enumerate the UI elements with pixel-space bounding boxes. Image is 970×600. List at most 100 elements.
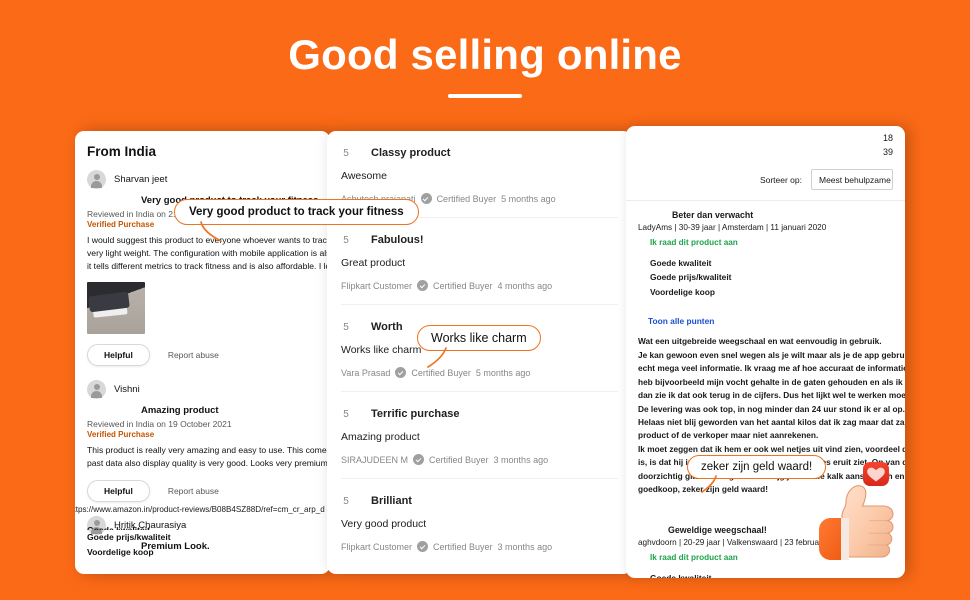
callout-bubble-geld-waard: zeker zijn geld waard! (687, 455, 827, 493)
review-body-line: Je kan gewoon even snel wegen als je wil… (638, 349, 905, 360)
review-body-line: dan zie ik dat ook terug in de cijfers. … (638, 390, 905, 401)
bleed-line: Goede prijs/kwaliteit (87, 532, 171, 542)
certified-check-icon (413, 454, 425, 465)
amazon-card-bleed-text: Goede kwaliteit Goede prijs/kwaliteit Vo… (87, 523, 171, 560)
flipkart-review-meta: SIRAJUDEEN M Certified Buyer 3 months ag… (341, 454, 618, 465)
section-divider (626, 200, 905, 201)
user-avatar-icon (87, 380, 106, 400)
callout-text: Works like charm (431, 331, 527, 345)
report-abuse-link[interactable]: Report abuse (168, 486, 219, 496)
review-body-line: Wat een uitgebreide weegschaal en wat ee… (638, 336, 882, 347)
sort-select[interactable]: Meest behulpzame (811, 169, 893, 190)
certified-check-icon (395, 367, 407, 378)
review-timestamp: 5 months ago (501, 193, 556, 204)
flipkart-review-head: 5 Fabulous! (341, 234, 618, 246)
point-item: Goede prijs/kwaliteit (650, 272, 732, 283)
dutch-review-byline: aghvdoorn | 20-29 jaar | Valkenswaard | … (638, 537, 845, 547)
certified-buyer-label: Certified Buyer (433, 280, 493, 291)
flipkart-review-head: 5 Classy product (341, 147, 618, 159)
recommend-label: Ik raad dit product aan (650, 238, 738, 247)
flipkart-review-text: Amazing product (341, 431, 420, 443)
flipkart-author-name: Flipkart Customer (341, 280, 413, 291)
amazon-review-actions: Helpful Report abuse (87, 480, 330, 503)
count-value-bottom: 39 (882, 146, 893, 157)
rating-badge: 5 (343, 408, 349, 420)
callout-text: zeker zijn geld waard! (701, 461, 813, 473)
dutch-review-title: Geweldige weegschaal! (668, 524, 767, 535)
helpful-button[interactable]: Helpful (87, 480, 150, 503)
dutch-review-title: Beter dan verwacht (672, 210, 754, 220)
callout-text: Very good product to track your fitness (189, 206, 404, 218)
review-body-line: it tells different metrics to track fitn… (87, 261, 330, 272)
amazon-review-item: Vishni Amazing product Reviewed in India… (87, 380, 330, 503)
flipkart-reviews-card: 5 Classy product Awesome Ashutosh prajap… (327, 131, 632, 574)
review-body-line: goedkoop, zeker zijn geld waard! (638, 484, 769, 495)
flipkart-review-item: 5 Terrific purchase Amazing product SIRA… (341, 392, 618, 479)
review-timestamp: 3 months ago (493, 454, 549, 465)
certified-check-icon (417, 541, 429, 552)
callout-bubble-works-like-charm: Works like charm (417, 325, 541, 368)
flipkart-review-head: 5 Brilliant (341, 495, 618, 507)
page-title: Good selling online (288, 31, 682, 78)
flipkart-review-meta: Flipkart Customer Certified Buyer 4 mont… (341, 280, 618, 291)
dutch-review-points: Goede kwaliteit Goede prijs/kwaliteit Vo… (650, 256, 893, 299)
callout-tail-icon (200, 221, 222, 242)
recommend-label: Ik raad dit product aan (650, 552, 738, 562)
amazon-review-body: This product is really very amazing and … (87, 444, 330, 470)
review-timestamp: 4 months ago (497, 280, 553, 291)
bleed-line-clipped: Goede kwaliteit (87, 525, 151, 530)
certified-buyer-label: Certified Buyer (436, 193, 497, 204)
amazon-review-photo[interactable] (87, 282, 145, 335)
certified-check-icon (420, 193, 432, 204)
flipkart-author-name: Flipkart Customer (341, 541, 413, 552)
helpful-button[interactable]: Helpful (87, 344, 150, 367)
point-item: Goede kwaliteit (650, 258, 712, 268)
flipkart-review-title: Brilliant (371, 495, 412, 507)
page-header: Good selling online (0, 0, 970, 130)
report-abuse-link[interactable]: Report abuse (168, 350, 219, 360)
flipkart-review-head: 5 Terrific purchase (341, 408, 618, 420)
dutch-card-content: 18 39 Sorteer op: Meest behulpzame Beter… (626, 126, 905, 578)
review-body-line: Helaas niet blij geworden van het aantal… (638, 416, 905, 427)
flipkart-review-title: Terrific purchase (371, 408, 460, 420)
callout-bubble-fitness: Very good product to track your fitness (174, 199, 419, 242)
review-body-line: very light weight. The configuration wit… (87, 248, 330, 259)
bleed-line: Voordelige koop (87, 546, 154, 557)
browser-url-text: https://www.amazon.in/product-reviews/B0… (75, 505, 325, 514)
flipkart-review-item: 5 Fabulous! Great product Flipkart Custo… (341, 218, 618, 305)
flipkart-author-name: SIRAJUDEEN M (341, 454, 409, 465)
show-all-points-link[interactable]: Toon alle punten (648, 316, 893, 326)
review-body-line: echt mega veel informatie. Ik vraag me a… (638, 363, 905, 374)
flipkart-review-item: 5 Brilliant Very good product Flipkart C… (341, 479, 618, 565)
count-value-top: 18 (882, 133, 893, 143)
title-underline-divider (448, 94, 522, 99)
verified-purchase-badge: Verified Purchase (87, 430, 155, 440)
review-body-line: heb bijvoorbeeld mijn vocht gehalte in d… (638, 376, 905, 387)
amazon-reviewer-name: Sharvan jeet (114, 174, 168, 185)
review-body-line: past data also display quality is very g… (87, 458, 328, 469)
review-timestamp: 5 months ago (475, 367, 531, 378)
review-body-line: product of de verkoper maar niet aanreke… (638, 430, 819, 441)
callout-tail-icon (427, 347, 447, 368)
flipkart-author-name: Vara Prasad (341, 367, 391, 378)
review-body-line: This product is really very amazing and … (87, 445, 330, 456)
point-item: Goede kwaliteit (650, 572, 712, 578)
flipkart-review-text: Great product (341, 257, 406, 269)
rating-badge: 5 (343, 495, 349, 507)
point-item: Voordelige koop (650, 286, 715, 297)
sort-row: Sorteer op: Meest behulpzame (638, 169, 893, 200)
review-counts: 18 39 (638, 132, 893, 159)
amazon-card-content: From India Sharvan jeet Very good produc… (75, 131, 330, 552)
amazon-reviewer: Vishni (87, 380, 330, 400)
flipkart-review-meta: Vara Prasad Certified Buyer 5 months ago (341, 367, 618, 378)
sort-label: Sorteer op: (759, 174, 802, 185)
flipkart-review-title: Fabulous! (371, 234, 424, 246)
callout-tail-icon (701, 475, 717, 493)
amazon-reviewer: Sharvan jeet (87, 170, 330, 189)
flipkart-review-text: Awesome (341, 170, 387, 182)
dutch-reviews-card: 18 39 Sorteer op: Meest behulpzame Beter… (626, 126, 905, 578)
amazon-review-meta: Reviewed in India on 19 October 2021 (87, 419, 232, 430)
certified-buyer-label: Certified Buyer (429, 454, 489, 465)
user-avatar-icon (87, 170, 106, 189)
